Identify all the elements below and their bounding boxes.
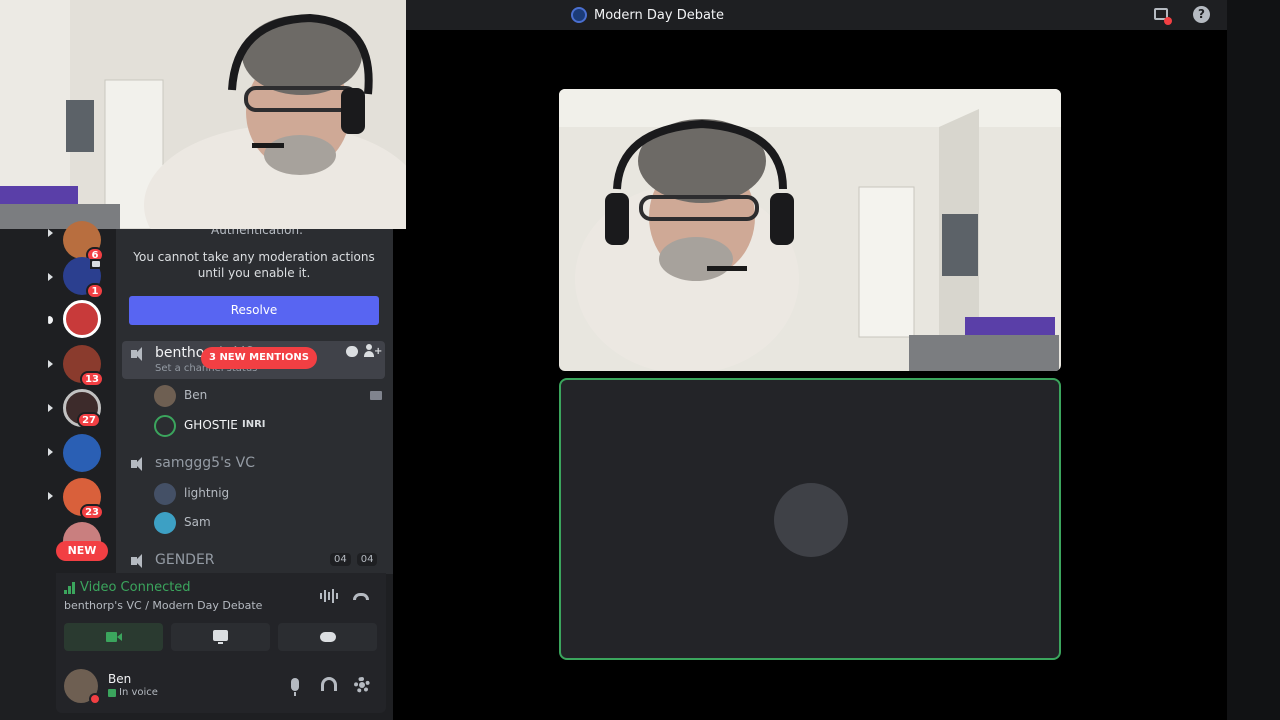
member-name: lightnig [184, 486, 230, 500]
video-icon [370, 391, 382, 400]
voice-member[interactable]: Ben [154, 384, 384, 408]
participant-avatar [774, 483, 848, 557]
expand-icon [48, 273, 53, 281]
server-icon-4[interactable]: 13 [63, 345, 104, 387]
gamepad-icon [320, 632, 336, 642]
server-icon-2[interactable]: 1 [63, 257, 104, 299]
mention-badge: 27 [77, 412, 101, 428]
voice-channel-name: GENDER [155, 552, 215, 568]
self-video-feed [0, 0, 406, 229]
member-name: Sam [184, 515, 211, 529]
camera-button[interactable] [64, 623, 163, 651]
avatar [154, 415, 176, 437]
signal-icon [64, 581, 76, 594]
server-name: Modern Day Debate [594, 7, 725, 23]
activity-button[interactable] [278, 623, 377, 651]
server-icon [571, 7, 587, 23]
expand-icon [48, 404, 53, 412]
channel-user-counts: 04 04 [330, 553, 378, 566]
remote-video-tile[interactable] [559, 89, 1061, 371]
notice-title: Authentication. [211, 229, 303, 237]
screen-share-button[interactable] [171, 623, 270, 651]
voice-location[interactable]: benthorp's VC / Modern Day Debate [64, 599, 262, 612]
moderation-notice: You cannot take any moderation actions u… [133, 250, 375, 280]
right-edge-panel [1227, 0, 1280, 720]
camera-icon [106, 632, 122, 642]
participant-tile-speaking[interactable] [559, 378, 1061, 660]
microphone-icon[interactable] [291, 678, 299, 696]
voice-status-label: Video Connected [80, 580, 191, 595]
server-list: 6 1 13 27 23 [0, 221, 116, 574]
inbox-icon[interactable] [1153, 6, 1172, 25]
channel-list: Authentication. You cannot take any mode… [116, 229, 393, 574]
server-icon-6[interactable] [63, 434, 101, 472]
self-view-video[interactable] [0, 0, 406, 229]
voice-channel-samggg5[interactable]: samggg5's VC [122, 451, 385, 483]
user-panel: Ben In voice [56, 663, 386, 713]
user-status-label: In voice [119, 687, 158, 698]
new-unreads-pill[interactable]: NEW [56, 541, 108, 561]
user-count: 04 [330, 553, 351, 566]
mention-badge: 23 [80, 504, 104, 520]
voice-channel-name: samggg5's VC [155, 455, 256, 471]
server-icon-3[interactable] [63, 300, 101, 338]
voice-connection-panel: Video Connected benthorp's VC / Modern D… [56, 573, 386, 713]
disconnect-icon[interactable] [353, 593, 369, 600]
username[interactable]: Ben [108, 672, 131, 686]
expand-icon [48, 360, 53, 368]
status-indicator [89, 693, 101, 705]
title-bar: Modern Day Debate ? [393, 0, 1227, 30]
member-tag: INRI [242, 419, 266, 430]
new-mentions-pill[interactable]: 3 NEW MENTIONS [201, 347, 317, 369]
avatar [154, 483, 176, 505]
resolve-button[interactable]: Resolve [129, 296, 379, 325]
video-feed [559, 89, 1061, 371]
mention-badge: 13 [80, 371, 104, 387]
voice-member[interactable]: GHOSTIE INRI [154, 414, 384, 438]
voice-status[interactable]: Video Connected [64, 580, 191, 595]
expand-icon [48, 492, 53, 500]
headphones-icon[interactable] [321, 677, 337, 691]
window-title: Modern Day Debate [571, 7, 724, 23]
user-status-text: In voice [108, 687, 158, 698]
avatar [154, 385, 176, 407]
mention-badge: 1 [86, 283, 104, 299]
server-icon-5[interactable]: 27 [63, 389, 101, 428]
expand-icon [48, 448, 53, 456]
noise-suppression-icon[interactable] [320, 589, 340, 603]
voice-channel-icon [131, 456, 149, 472]
gear-icon[interactable] [354, 677, 370, 693]
avatar [154, 512, 176, 534]
help-icon[interactable]: ? [1193, 6, 1210, 23]
server-icon-7[interactable]: 23 [63, 478, 104, 520]
chat-icon[interactable] [346, 346, 358, 357]
invite-icon[interactable]: + [364, 344, 382, 358]
user-limit: 04 [356, 553, 378, 566]
voice-member[interactable]: Sam [154, 511, 384, 535]
member-name: Ben [184, 388, 208, 402]
screen-share-icon [213, 630, 228, 644]
voice-member[interactable]: lightnig [154, 482, 384, 506]
server-icon-1[interactable]: 6 [63, 221, 104, 263]
video-icon [90, 259, 104, 269]
voice-channel-icon [131, 553, 149, 569]
voice-signal-icon [108, 688, 116, 697]
member-name: GHOSTIE [184, 418, 238, 432]
voice-channel-icon [131, 346, 149, 362]
expand-icon [48, 229, 53, 237]
